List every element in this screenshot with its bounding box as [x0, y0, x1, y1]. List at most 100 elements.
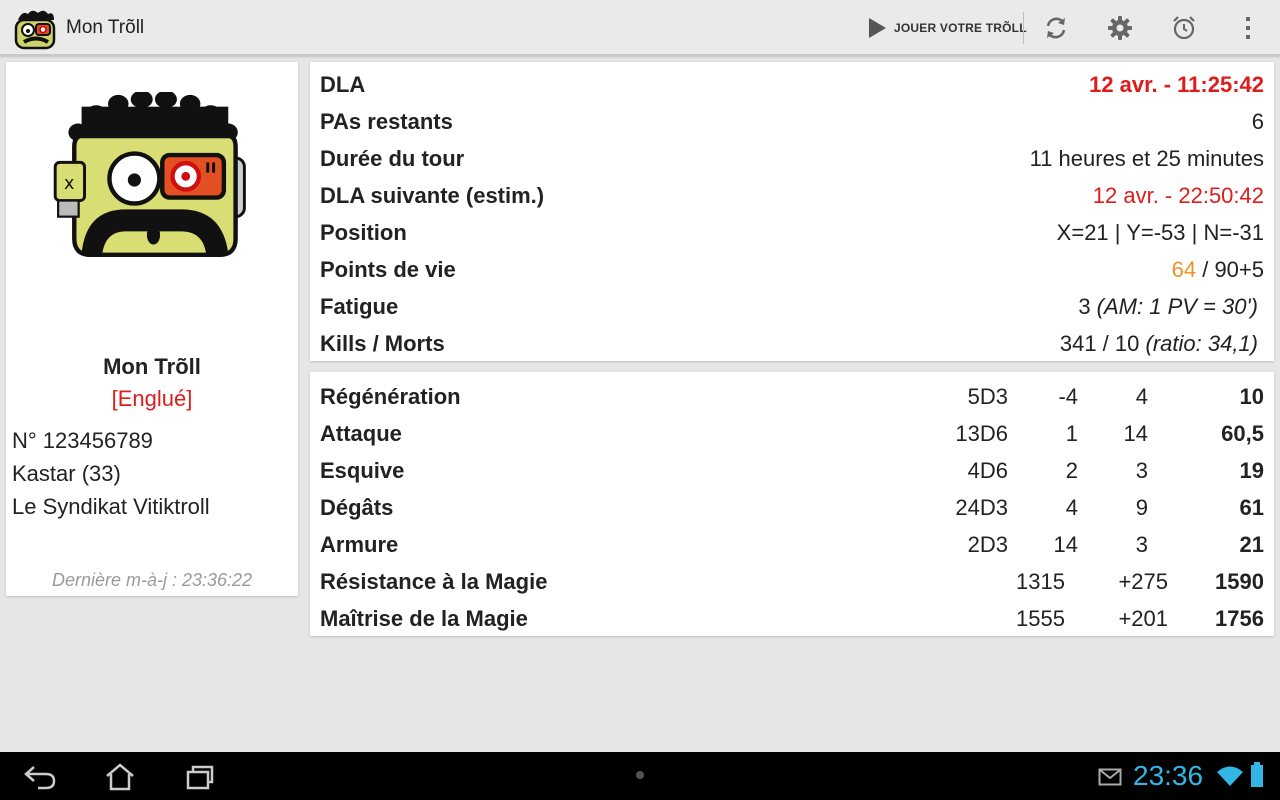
info-row-pv: Points de vie 64 / 90+5	[320, 250, 1264, 287]
action-bar: Mon Trõll JOUER VOTRE TRÕLL	[0, 0, 1280, 56]
mail-icon[interactable]	[1098, 768, 1122, 786]
stat-label: Résistance à la Magie	[320, 569, 548, 594]
dla-next-label: DLA suivante (estim.)	[320, 183, 545, 208]
stat-mod: 14	[1123, 421, 1148, 446]
stat-label: Esquive	[320, 458, 405, 483]
position-value: X=21 | Y=-53 | N=-31	[1056, 220, 1264, 245]
info-row-kills: Kills / Morts 341 / 10 (ratio: 34,1)	[320, 324, 1264, 361]
kills-value-group: 341 / 10 (ratio: 34,1)	[1060, 331, 1258, 357]
info-row-fatigue: Fatigue 3 (AM: 1 PV = 30')	[320, 287, 1264, 324]
stat-dice: 24D3	[955, 495, 1008, 520]
stat-total: 19	[1239, 458, 1264, 483]
stat-label: Régénération	[320, 384, 461, 409]
stat-total: 21	[1239, 532, 1264, 557]
info-row-position: Position X=21 | Y=-53 | N=-31	[320, 213, 1264, 250]
clock[interactable]: 23:36	[1133, 760, 1203, 792]
last-update: Dernière m-à-j : 23:36:22	[51, 570, 253, 590]
stat-bonus: -4	[1058, 384, 1078, 409]
troll-status: [Englué]	[111, 386, 193, 411]
pv-label: Points de vie	[320, 257, 456, 282]
stat-total: 60,5	[1221, 421, 1264, 446]
alarm-icon	[1173, 16, 1195, 40]
stat-total: 10	[1239, 384, 1264, 409]
duree-value: 11 heures et 25 minutes	[1029, 146, 1264, 171]
home-button[interactable]	[100, 760, 140, 794]
pas-label: PAs restants	[320, 109, 453, 134]
refresh-icon	[1046, 17, 1066, 39]
troll-profile-card: x Mon Trõll [Englué] N° 123456789 Kastar…	[6, 62, 298, 596]
stat-row-maitrise-magie: Maîtrise de la Magie 1555 +201 1756	[320, 599, 1264, 636]
troll-number: N° 123456789	[12, 428, 153, 453]
stat-bonus: 2	[1065, 458, 1078, 483]
dla-next-value: 12 avr. - 22:50:42	[1092, 183, 1264, 208]
info-row-duree: Durée du tour 11 heures et 25 minutes	[320, 139, 1264, 176]
battery-icon	[1251, 762, 1263, 787]
stat-mod: 3	[1135, 458, 1148, 483]
home-icon	[106, 763, 134, 791]
stat-bonus: +201	[1118, 606, 1168, 631]
play-icon	[869, 18, 886, 38]
fatigue-value-group: 3 (AM: 1 PV = 30')	[1078, 294, 1258, 320]
svg-text:x: x	[64, 174, 74, 194]
stat-label: Maîtrise de la Magie	[320, 606, 528, 631]
pas-value: 6	[1251, 109, 1264, 134]
wifi-icon	[1217, 766, 1243, 786]
stat-row-degats: Dégâts 24D3 4 9 61	[320, 488, 1264, 525]
stat-base: 1555	[1016, 606, 1065, 631]
refresh-button[interactable]	[1041, 13, 1071, 43]
back-icon	[24, 766, 56, 790]
stat-total: 1756	[1215, 606, 1264, 631]
stat-row-esquive: Esquive 4D6 2 3 19	[320, 451, 1264, 488]
play-troll-button[interactable]: JOUER VOTRE TRÕLL	[866, 10, 1027, 46]
stat-row-armure: Armure 2D3 14 3 21	[320, 525, 1264, 562]
troll-info-card: DLA 12 avr. - 11:25:42 PAs restants 6 Du…	[310, 62, 1274, 361]
stat-dice: 4D6	[967, 458, 1008, 483]
stat-mod: 4	[1135, 384, 1148, 409]
pv-max: / 90+5	[1196, 257, 1264, 282]
play-troll-label: JOUER VOTRE TRÕLL	[894, 21, 1027, 35]
alarm-button[interactable]	[1169, 13, 1199, 43]
gear-icon	[1108, 16, 1132, 40]
stat-row-resistance-magie: Résistance à la Magie 1315 +275 1590	[320, 562, 1264, 599]
app-logo-icon[interactable]	[12, 8, 60, 50]
stat-label: Armure	[320, 532, 399, 557]
dla-label: DLA	[320, 72, 366, 97]
troll-avatar-icon: x	[53, 92, 246, 257]
settings-button[interactable]	[1105, 13, 1135, 43]
kills-label: Kills / Morts	[320, 331, 445, 356]
app-title: Mon Trõll	[66, 17, 145, 38]
stat-row-attaque: Attaque 13D6 1 14 60,5	[320, 414, 1264, 451]
position-label: Position	[320, 220, 407, 245]
stat-label: Attaque	[320, 421, 402, 446]
stat-bonus: 1	[1065, 421, 1078, 446]
stat-mod: 9	[1135, 495, 1148, 520]
fatigue-note: (AM: 1 PV = 30')	[1096, 294, 1258, 319]
stat-dice: 13D6	[955, 421, 1008, 446]
kills-note: (ratio: 34,1)	[1145, 331, 1259, 356]
troll-stats-card: Régénération 5D3 -4 4 10 Attaque 13D6 1 …	[310, 372, 1274, 636]
action-separator	[1023, 12, 1024, 44]
stat-base: 1315	[1016, 569, 1065, 594]
pv-current: 64	[1171, 257, 1197, 282]
overflow-menu-button[interactable]	[1233, 13, 1263, 43]
troll-race: Kastar (33)	[12, 461, 121, 486]
ime-indicator-dot	[636, 771, 644, 779]
back-button[interactable]	[20, 760, 60, 794]
stat-mod: 3	[1135, 532, 1148, 557]
fatigue-value: 3	[1078, 294, 1097, 319]
stat-total: 61	[1239, 495, 1264, 520]
stat-dice: 5D3	[967, 384, 1008, 409]
recents-icon	[186, 765, 214, 790]
stat-row-regeneration: Régénération 5D3 -4 4 10	[320, 377, 1264, 414]
stat-bonus: 4	[1065, 495, 1078, 520]
troll-guild: Le Syndikat Vitiktroll	[12, 494, 210, 519]
stat-total: 1590	[1215, 569, 1264, 594]
stat-bonus: 14	[1053, 532, 1078, 557]
stat-bonus: +275	[1118, 569, 1168, 594]
info-row-dla-next: DLA suivante (estim.) 12 avr. - 22:50:42	[320, 176, 1264, 213]
dla-value: 12 avr. - 11:25:42	[1089, 72, 1264, 97]
stat-dice: 2D3	[967, 532, 1008, 557]
recents-button[interactable]	[180, 760, 220, 794]
pv-value: 64 / 90+5	[1172, 257, 1264, 283]
info-row-dla: DLA 12 avr. - 11:25:42	[320, 65, 1264, 102]
